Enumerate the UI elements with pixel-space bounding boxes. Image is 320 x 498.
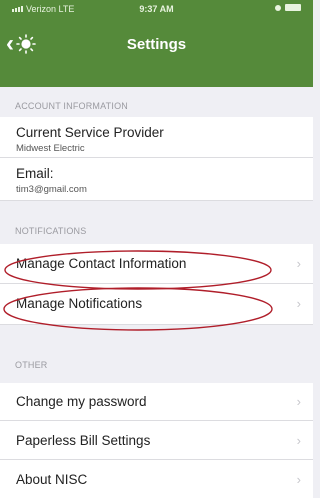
section-header-notifications: NOTIFICATIONS <box>0 201 313 244</box>
section-header-other: OTHER <box>0 325 313 383</box>
email-value: tim3@gmail.com <box>16 184 87 195</box>
location-icon <box>275 4 281 11</box>
chevron-right-icon: › <box>296 433 301 448</box>
paperless-bill-label: Paperless Bill Settings <box>16 433 151 448</box>
change-password-label: Change my password <box>16 394 147 409</box>
chevron-right-icon: › <box>296 394 301 409</box>
chevron-right-icon: › <box>296 472 301 487</box>
paperless-bill-row[interactable]: Paperless Bill Settings › <box>0 421 313 460</box>
battery-icon <box>285 4 301 11</box>
provider-row: Current Service Provider Midwest Electri… <box>0 117 313 158</box>
email-label: Email: <box>16 166 54 181</box>
change-password-row[interactable]: Change my password › <box>0 383 313 421</box>
email-row: Email: tim3@gmail.com <box>0 158 313 201</box>
chevron-right-icon: › <box>296 256 301 271</box>
nav-bar: ‹ Settings <box>0 22 313 66</box>
status-icons <box>275 4 301 11</box>
provider-value: Midwest Electric <box>16 143 85 154</box>
about-nisc-label: About NISC <box>16 472 88 487</box>
section-header-label: NOTIFICATIONS <box>15 226 87 236</box>
section-header-label: ACCOUNT INFORMATION <box>15 101 128 111</box>
page-title: Settings <box>126 36 187 53</box>
about-nisc-row[interactable]: About NISC › <box>0 460 313 498</box>
provider-label: Current Service Provider <box>16 125 164 140</box>
manage-notifications-label: Manage Notifications <box>16 296 143 311</box>
manage-contact-row[interactable]: Manage Contact Information › <box>0 244 313 284</box>
manage-contact-label: Manage Contact Information <box>16 256 187 271</box>
section-header-label: OTHER <box>15 360 48 370</box>
status-bar: Verizon LTE 9:37 AM <box>0 0 313 18</box>
section-header-account: ACCOUNT INFORMATION <box>0 87 313 117</box>
status-time: 9:37 AM <box>139 4 174 14</box>
manage-notifications-row[interactable]: Manage Notifications › <box>0 284 313 325</box>
chevron-right-icon: › <box>296 296 301 311</box>
app-header: Verizon LTE 9:37 AM ‹ Settings <box>0 0 313 87</box>
